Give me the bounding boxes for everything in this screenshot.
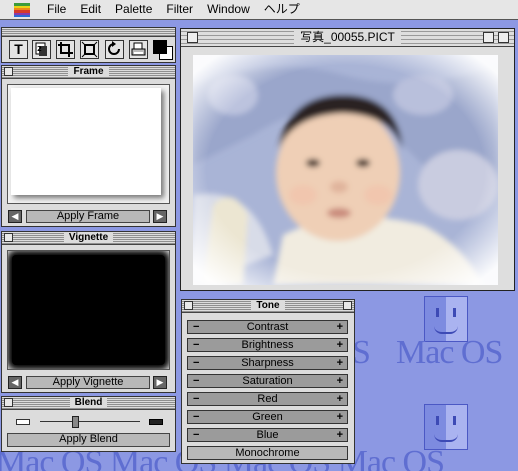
tone-palette: Tone − Contrast + − Brightness + − Sharpness + − S… bbox=[181, 299, 355, 464]
tone-palette-titlebar[interactable]: Tone bbox=[182, 300, 354, 313]
tone-increase-button[interactable]: + bbox=[337, 339, 343, 351]
close-box-icon[interactable] bbox=[187, 32, 198, 43]
apple-menu-icon[interactable] bbox=[14, 2, 30, 17]
tone-increase-button[interactable]: + bbox=[337, 321, 343, 333]
blend-max-swatch bbox=[149, 419, 163, 425]
color-swatch-icon[interactable] bbox=[153, 40, 173, 60]
blend-min-swatch bbox=[16, 419, 30, 425]
blend-slider-track[interactable] bbox=[40, 421, 140, 422]
crop-icon[interactable] bbox=[56, 40, 75, 59]
tone-row-red: − Red + bbox=[187, 392, 348, 406]
tone-decrease-button[interactable]: − bbox=[193, 339, 199, 351]
tone-row-label: Saturation bbox=[242, 375, 293, 387]
menu-palette[interactable]: Palette bbox=[108, 0, 159, 19]
blend-palette-title: Blend bbox=[69, 397, 108, 408]
blend-palette-titlebar[interactable]: Blend bbox=[2, 397, 175, 410]
close-box-icon[interactable] bbox=[4, 233, 13, 242]
tone-row-label: Red bbox=[257, 393, 278, 405]
tone-decrease-button[interactable]: − bbox=[193, 357, 199, 369]
tone-row-brightness: − Brightness + bbox=[187, 338, 348, 352]
tone-row-label: Brightness bbox=[241, 339, 294, 351]
tone-row-saturation: − Saturation + bbox=[187, 374, 348, 388]
print-icon[interactable] bbox=[129, 40, 148, 59]
document-title: 写真_00055.PICT bbox=[294, 30, 401, 44]
tone-row-sharpness: − Sharpness + bbox=[187, 356, 348, 370]
tone-increase-button[interactable]: + bbox=[337, 411, 343, 423]
tone-row-label: Blue bbox=[256, 429, 279, 441]
tone-decrease-button[interactable]: − bbox=[193, 321, 199, 333]
tone-row-blue: − Blue + bbox=[187, 428, 348, 442]
apply-vignette-button[interactable]: Apply Vignette bbox=[26, 376, 150, 389]
zoom-box-icon[interactable] bbox=[483, 32, 494, 43]
menu-bar: File Edit Palette Filter Window ヘルプ bbox=[0, 0, 518, 20]
blend-palette: Blend Apply Blend bbox=[1, 396, 176, 452]
menu-help[interactable]: ヘルプ bbox=[257, 0, 307, 19]
tone-row-green: − Green + bbox=[187, 410, 348, 424]
collapse-box-icon[interactable] bbox=[498, 32, 509, 43]
frame-palette-title: Frame bbox=[68, 66, 109, 77]
menu-filter[interactable]: Filter bbox=[159, 0, 200, 19]
vignette-palette-titlebar[interactable]: Vignette bbox=[2, 232, 175, 245]
tone-row-label: Green bbox=[252, 411, 283, 423]
apply-frame-button[interactable]: Apply Frame bbox=[26, 210, 150, 223]
vignette-palette: Vignette ◀ Apply Vignette ▶ bbox=[1, 231, 176, 393]
tool-palette: T 2 bbox=[1, 27, 176, 63]
tone-row-label: Contrast bbox=[246, 321, 289, 333]
blend-slider-thumb[interactable] bbox=[72, 416, 79, 428]
document-window: 写真_00055.PICT bbox=[180, 28, 515, 291]
tone-decrease-button[interactable]: − bbox=[193, 429, 199, 441]
tone-decrease-button[interactable]: − bbox=[193, 411, 199, 423]
frame-palette: Frame ◀ Apply Frame ▶ bbox=[1, 65, 176, 227]
desktop-watermark: Mac OS bbox=[396, 334, 503, 371]
tone-increase-button[interactable]: + bbox=[337, 375, 343, 387]
tone-palette-title: Tone bbox=[251, 300, 285, 311]
tone-row-contrast: − Contrast + bbox=[187, 320, 348, 334]
frame-prev-button[interactable]: ◀ bbox=[8, 210, 22, 223]
vignette-preview[interactable] bbox=[7, 250, 170, 370]
tone-increase-button[interactable]: + bbox=[337, 393, 343, 405]
resize-icon[interactable] bbox=[80, 40, 99, 59]
close-box-icon[interactable] bbox=[184, 301, 193, 310]
rotate-icon[interactable] bbox=[105, 40, 124, 59]
close-box-icon[interactable] bbox=[4, 398, 13, 407]
vignette-palette-title: Vignette bbox=[63, 232, 114, 243]
photo-canvas[interactable] bbox=[193, 55, 498, 285]
menu-file[interactable]: File bbox=[40, 0, 73, 19]
monochrome-button[interactable]: Monochrome bbox=[187, 446, 348, 460]
baby-photo-image bbox=[193, 55, 498, 285]
svg-text:2: 2 bbox=[37, 45, 42, 53]
tone-increase-button[interactable]: + bbox=[337, 429, 343, 441]
frame-preview[interactable] bbox=[7, 84, 170, 204]
document-titlebar[interactable]: 写真_00055.PICT bbox=[181, 29, 514, 47]
zoom-box-icon[interactable] bbox=[343, 301, 352, 310]
frame-next-button[interactable]: ▶ bbox=[153, 210, 167, 223]
tone-row-label: Sharpness bbox=[241, 357, 294, 369]
tone-decrease-button[interactable]: − bbox=[193, 393, 199, 405]
tool-row: T 2 bbox=[2, 37, 175, 62]
menu-window[interactable]: Window bbox=[200, 0, 257, 19]
vignette-prev-button[interactable]: ◀ bbox=[8, 376, 22, 389]
tool-palette-titlebar[interactable] bbox=[2, 28, 175, 37]
tone-increase-button[interactable]: + bbox=[337, 357, 343, 369]
vignette-next-button[interactable]: ▶ bbox=[153, 376, 167, 389]
frame-palette-titlebar[interactable]: Frame bbox=[2, 66, 175, 79]
page-tool-icon[interactable]: 2 bbox=[32, 40, 51, 59]
apply-blend-button[interactable]: Apply Blend bbox=[7, 433, 170, 447]
close-box-icon[interactable] bbox=[4, 67, 13, 76]
text-tool-icon[interactable]: T bbox=[9, 40, 28, 59]
menu-edit[interactable]: Edit bbox=[73, 0, 108, 19]
tone-decrease-button[interactable]: − bbox=[193, 375, 199, 387]
